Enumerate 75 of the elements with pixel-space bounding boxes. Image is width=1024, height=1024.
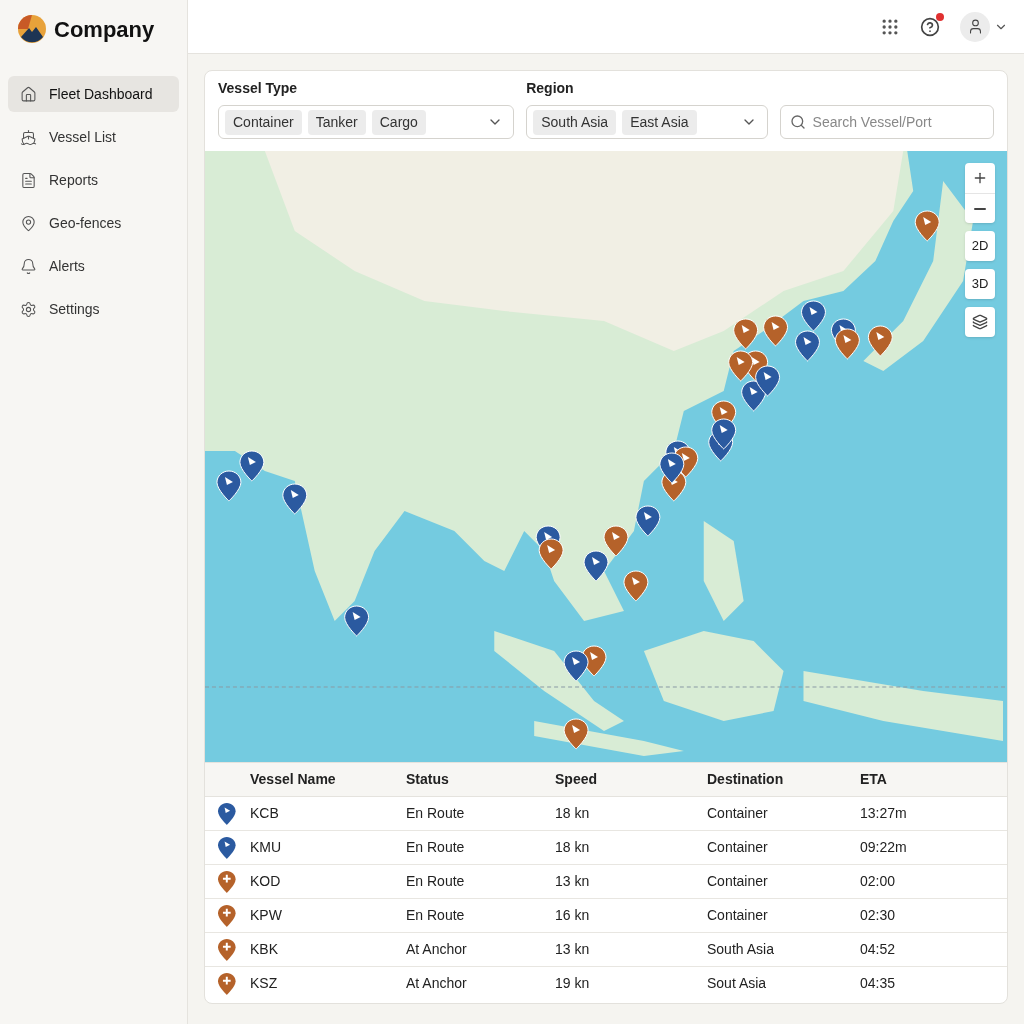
- table-cell: 02:30: [860, 898, 1007, 933]
- plus-icon: [972, 170, 988, 186]
- region-select[interactable]: South Asia East Asia: [526, 105, 768, 139]
- vessel-pin-icon: [218, 802, 236, 825]
- sidebar-item[interactable]: Geo-fences: [8, 205, 179, 241]
- vessel-pin-icon: [218, 904, 236, 927]
- home-icon: [20, 85, 37, 103]
- table-cell: En Route: [406, 796, 555, 831]
- table-cell: KPW: [250, 898, 406, 933]
- table-cell: At Anchor: [406, 966, 555, 1001]
- table-cell: Container: [707, 796, 860, 831]
- filter-chip[interactable]: Cargo: [371, 109, 426, 135]
- logo-icon: [18, 15, 46, 43]
- bell-icon: [20, 257, 37, 275]
- vessel-type-select[interactable]: Container Tanker Cargo: [218, 105, 515, 139]
- settings-icon: [20, 300, 37, 318]
- table-cell: At Anchor: [406, 932, 555, 967]
- search-icon: [789, 114, 806, 130]
- table-cell: En Route: [406, 864, 555, 899]
- layers-icon: [972, 314, 988, 330]
- table-cell: En Route: [406, 898, 555, 933]
- sidebar-item[interactable]: Alerts: [8, 248, 179, 284]
- column-header: ETA: [860, 762, 1007, 797]
- minus-icon: [974, 207, 986, 210]
- table-cell: Sout Asia: [707, 966, 860, 1001]
- map-drawing[interactable]: [205, 151, 1007, 762]
- table-cell: 09:22m: [860, 830, 1007, 865]
- table-cell: 13 kn: [555, 864, 707, 899]
- table-cell: KSZ: [250, 966, 406, 1001]
- vessel-pin-icon: [218, 870, 236, 893]
- table-cell: KCB: [250, 796, 406, 831]
- vessel-pin-icon: [218, 938, 236, 961]
- sidebar-item[interactable]: Vessel List: [8, 119, 179, 155]
- location-pin-icon: [20, 214, 37, 232]
- vessel-pin-icon: [218, 836, 236, 859]
- table-cell: KMU: [250, 830, 406, 865]
- table-cell: 04:35: [860, 966, 1007, 1001]
- table-cell: Container: [707, 864, 860, 899]
- sidebar-item[interactable]: Fleet Dashboard: [8, 76, 179, 112]
- view-mode-button[interactable]: 2D: [965, 231, 995, 261]
- view-mode-button[interactable]: 3D: [965, 269, 995, 299]
- column-header: Vessel Name: [250, 762, 406, 797]
- document-icon: [20, 171, 37, 189]
- table-cell: 04:52: [860, 932, 1007, 967]
- column-header: Status: [406, 762, 555, 797]
- help-icon[interactable]: [920, 16, 940, 37]
- filter-chip[interactable]: East Asia: [622, 109, 697, 135]
- ship-icon: [20, 128, 37, 146]
- sidebar-item[interactable]: Settings: [8, 291, 179, 327]
- table-cell: KOD: [250, 864, 406, 899]
- table-cell: En Route: [406, 830, 555, 865]
- table-cell: KBK: [250, 932, 406, 967]
- column-header: Destination: [707, 762, 860, 797]
- filter-chip[interactable]: Tanker: [307, 109, 366, 135]
- table-cell: 18 kn: [555, 830, 707, 865]
- table-cell: Container: [707, 830, 860, 865]
- table-cell: 19 kn: [555, 966, 707, 1001]
- table-cell: 13 kn: [555, 932, 707, 967]
- table-cell: 16 kn: [555, 898, 707, 933]
- table-cell: 02:00: [860, 864, 1007, 899]
- table-cell: 18 kn: [555, 796, 707, 831]
- layers-button[interactable]: [965, 307, 995, 337]
- brand-name: Company: [54, 15, 155, 44]
- filter-label: Region: [526, 79, 575, 98]
- column-header: Speed: [555, 762, 707, 797]
- table-cell: 13:27m: [860, 796, 1007, 831]
- filter-chip[interactable]: Container: [225, 109, 302, 135]
- filter-chip[interactable]: South Asia: [533, 109, 617, 135]
- search-field[interactable]: Search Vessel/Port: [779, 105, 994, 139]
- filter-label: Vessel Type: [218, 79, 299, 98]
- table-cell: Container: [707, 898, 860, 933]
- sidebar-item[interactable]: Reports: [8, 162, 179, 198]
- vessel-pin-icon: [218, 972, 236, 995]
- table-cell: South Asia: [707, 932, 860, 967]
- user-avatar[interactable]: [960, 11, 990, 42]
